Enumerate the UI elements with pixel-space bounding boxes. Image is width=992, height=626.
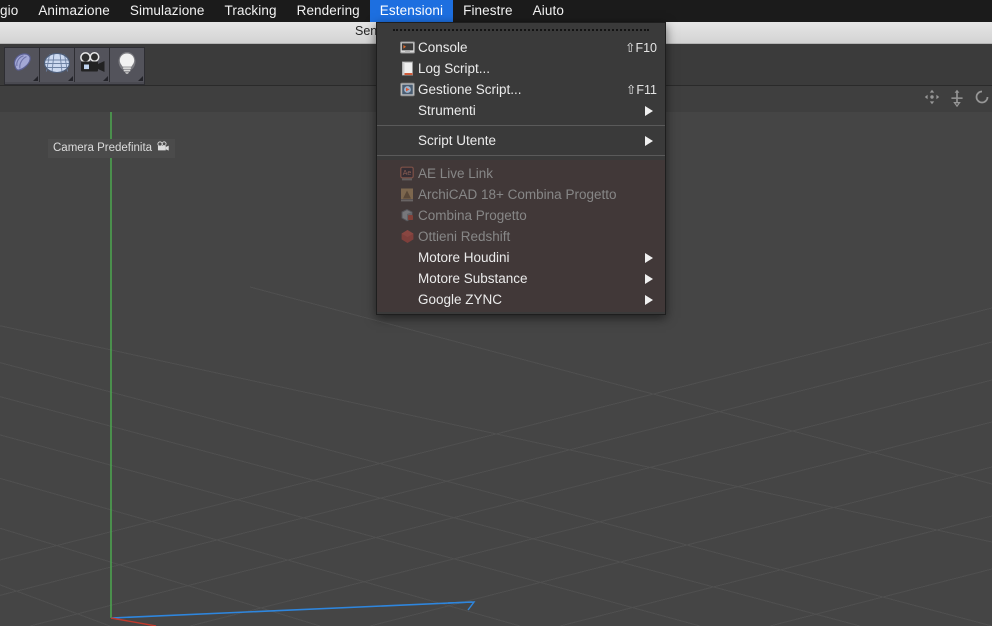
menu-item-log-script[interactable]: Log Script... [377,58,665,79]
menu-item-label: Ottieni Redshift [418,229,511,244]
submenu-arrow-icon [645,294,653,305]
blob-icon [9,50,35,81]
after-effects-icon: Ae [400,166,415,181]
log-script-icon [400,61,415,76]
menu-item-script-utente[interactable]: Script Utente [377,130,665,151]
light-tool-button[interactable] [110,48,144,82]
script-manager-icon [400,82,415,97]
menu-item-label: Strumenti [418,103,476,118]
menu-group-user-scripts: Script Utente [377,130,665,151]
menu-separator [377,125,665,126]
submenu-arrow-icon [645,273,653,284]
menu-item-ottieni-redshift: Ottieni Redshift [377,226,665,247]
scale-view-icon[interactable] [949,89,965,108]
menubar-item-gio[interactable]: gio [0,0,28,22]
submenu-arrow-icon [645,105,653,116]
menu-item-label: Script Utente [418,133,497,148]
menu-item-strumenti[interactable]: Strumenti [377,100,665,121]
menu-group-plugins: Ae AE Live Link ArchiCAD 18+ Combina Proge… [377,160,665,312]
menu-item-console[interactable]: Console ⇧F10 [377,37,665,58]
menu-item-label: Motore Substance [418,271,528,286]
axis-z [110,601,473,619]
estensioni-dropdown-menu[interactable]: Console ⇧F10 Log Script... Gestione Script.… [376,22,666,315]
grid-plane-icon [43,50,71,81]
menu-item-label: Motore Houdini [418,250,510,265]
axis-x [110,617,157,626]
menubar-item-aiuto[interactable]: Aiuto [523,0,574,22]
menu-item-motore-substance[interactable]: Motore Substance [377,268,665,289]
menu-item-google-zync[interactable]: Google ZYNC [377,289,665,310]
tearoff-dotted-line [393,29,649,31]
movie-camera-icon [77,51,107,80]
menu-tearoff-handle[interactable] [377,23,665,37]
menu-item-gestione-script[interactable]: Gestione Script... ⇧F11 [377,79,665,100]
move-view-icon[interactable] [924,89,940,107]
menubar-item-animazione[interactable]: Animazione [28,0,120,22]
menu-item-archicad-18-combina-progetto: ArchiCAD 18+ Combina Progetto [377,184,665,205]
menu-item-motore-houdini[interactable]: Motore Houdini [377,247,665,268]
merge-project-icon [400,208,415,223]
undo-tool-button[interactable] [5,48,40,82]
menu-item-label: Console [418,40,468,55]
rotate-view-icon[interactable] [974,89,990,107]
menu-item-label: ArchiCAD 18+ Combina Progetto [418,187,617,202]
redshift-icon [400,229,415,244]
submenu-arrow-icon [645,135,653,146]
menu-item-label: Google ZYNC [418,292,503,307]
camera-label[interactable]: Camera Predefinita [48,139,176,158]
menubar-item-finestre[interactable]: Finestre [453,0,523,22]
movie-camera-icon [156,141,170,155]
menu-separator [377,155,665,156]
light-bulb-icon [115,50,139,81]
camera-tool-button[interactable] [75,48,110,82]
svg-text:Ae: Ae [403,170,412,177]
menu-item-ae-live-link: Ae AE Live Link [377,163,665,184]
menubar-item-rendering[interactable]: Rendering [287,0,370,22]
camera-label-text: Camera Predefinita [53,142,153,154]
menu-item-shortcut: ⇧F10 [624,41,657,55]
viewport-control-icons [924,89,990,108]
menu-bar: gio Animazione Simulazione Tracking Renderin… [0,0,992,22]
menu-item-shortcut: ⇧F11 [625,83,657,97]
menubar-item-tracking[interactable]: Tracking [215,0,287,22]
archicad-icon [400,187,415,202]
window-title: Sen [355,24,378,38]
menubar-item-estensioni[interactable]: Estensioni [369,0,454,22]
console-icon [400,40,415,55]
menu-item-label: Combina Progetto [418,208,527,223]
menu-item-combina-progetto: Combina Progetto [377,205,665,226]
menu-item-label: Gestione Script... [418,82,522,97]
menu-group-scripting: Console ⇧F10 Log Script... Gestione Script.… [377,37,665,121]
menu-item-label: Log Script... [418,61,491,76]
application-window: gio Animazione Simulazione Tracking Renderin… [0,0,992,626]
grid-tool-button[interactable] [40,48,75,82]
tool-palette [4,47,145,85]
menubar-item-simulazione[interactable]: Simulazione [120,0,215,22]
submenu-arrow-icon [645,252,653,263]
menu-item-label: AE Live Link [418,166,494,181]
